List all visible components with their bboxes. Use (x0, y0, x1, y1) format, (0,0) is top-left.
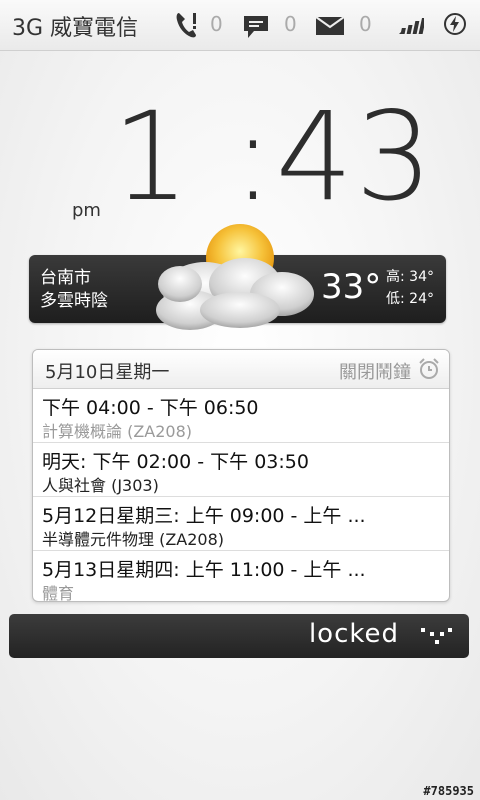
weather-condition: 多雲時陰 (40, 291, 108, 311)
event-title: 計算機概論 (ZA208) (42, 422, 193, 441)
message-icon[interactable] (242, 14, 270, 44)
status-bar: 3G 威寶電信 0 0 0 (0, 0, 480, 51)
calendar-header: 5月10日星期一 關閉鬧鐘 (33, 350, 449, 389)
weather-low: 低: 24° (386, 291, 434, 307)
email-count: 0 (359, 12, 372, 36)
event-time: 明天: 下午 02:00 - 下午 03:50 (42, 451, 309, 473)
event-title: 半導體元件物理 (ZA208) (42, 530, 225, 549)
event-time: 5月13日星期四: 上午 11:00 - 上午 ... (42, 559, 366, 581)
calendar-event[interactable]: 下午 04:00 - 下午 06:50 計算機概論 (ZA208) (33, 389, 449, 443)
event-title: 體育 (42, 584, 75, 602)
missed-call-count: 0 (210, 12, 223, 36)
calendar-event[interactable]: 明天: 下午 02:00 - 下午 03:50 人與社會 (J303) (33, 443, 449, 497)
clock-ampm: pm (72, 200, 101, 221)
unlock-slider[interactable]: locked (9, 614, 469, 658)
lock-status-label: locked (308, 619, 399, 649)
battery-charging-icon (443, 12, 467, 40)
event-title: 人與社會 (J303) (42, 476, 159, 495)
unlock-handle-icon[interactable] (419, 625, 453, 651)
alarm-toggle-button[interactable]: 關閉鬧鐘 (339, 358, 411, 384)
calendar-event[interactable]: 5月13日星期四: 上午 11:00 - 上午 ... 體育 (33, 551, 449, 602)
calendar-event[interactable]: 5月12日星期三: 上午 09:00 - 上午 ... 半導體元件物理 (ZA2… (33, 497, 449, 551)
missed-call-icon[interactable] (174, 10, 200, 44)
signal-strength-icon (398, 18, 426, 38)
calendar-date: 5月10日星期一 (45, 362, 170, 383)
event-time: 下午 04:00 - 下午 06:50 (42, 397, 259, 419)
email-icon[interactable] (315, 16, 345, 40)
message-count: 0 (284, 12, 297, 36)
clock-time: 1 :43 (112, 86, 435, 228)
weather-temperature: 33° (321, 267, 382, 307)
calendar-widget[interactable]: 5月10日星期一 關閉鬧鐘 下午 04:00 - 下午 06:50 計算機概論 … (32, 349, 450, 602)
event-time: 5月12日星期三: 上午 09:00 - 上午 ... (42, 505, 366, 527)
weather-high: 高: 34° (386, 269, 434, 285)
weather-city: 台南市 (40, 268, 91, 288)
carrier-label: 3G 威寶電信 (12, 16, 139, 41)
partly-cloudy-icon (150, 222, 320, 341)
alarm-clock-icon[interactable] (417, 357, 441, 385)
watermark-label: #785935 (423, 784, 474, 798)
